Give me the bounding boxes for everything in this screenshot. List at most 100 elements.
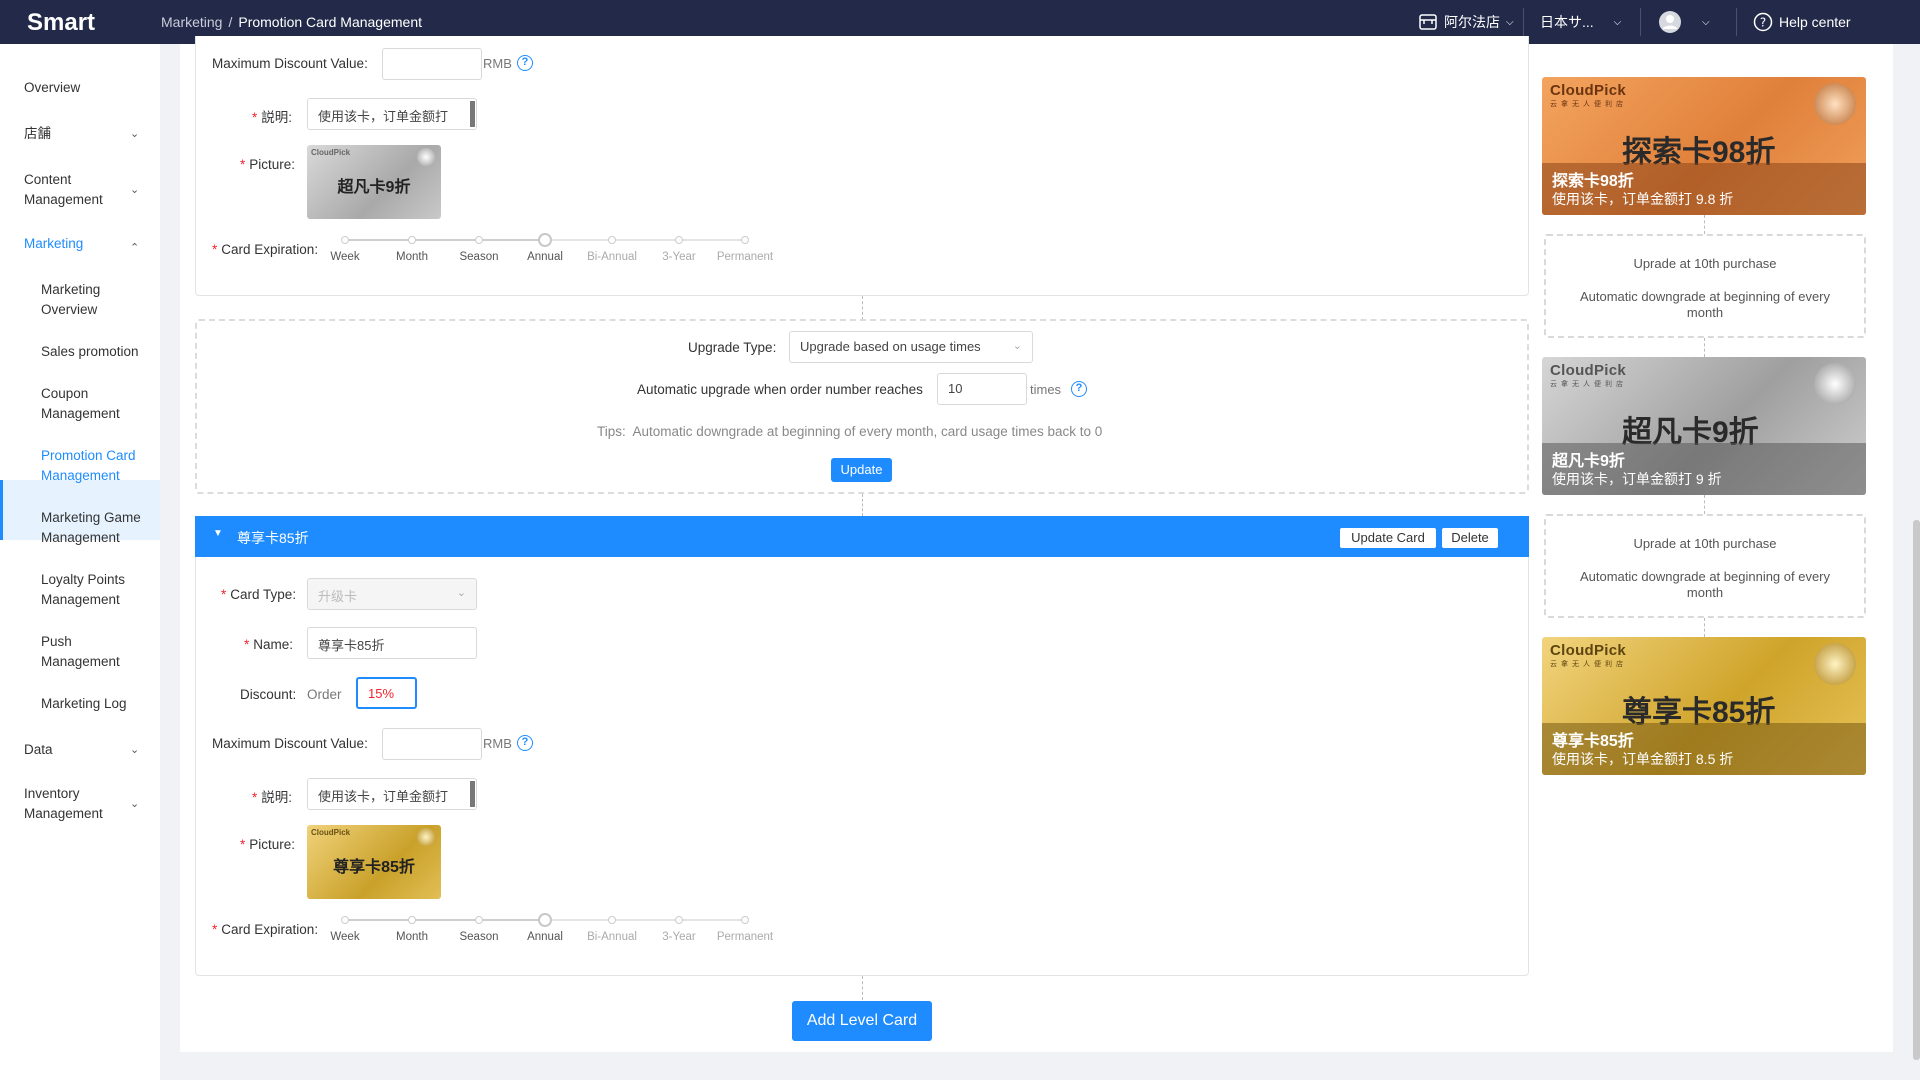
max-discount-unit-2: RMB <box>483 736 512 751</box>
slider-dot-season[interactable] <box>475 236 483 244</box>
card-type-select: 升级卡 ⌄ <box>307 578 477 610</box>
sidebar-item-inventory-management[interactable]: Inventory Management ⌄ <box>0 784 160 824</box>
app-logo[interactable]: Smart <box>27 9 95 37</box>
store-name: 阿尔法店 <box>1444 14 1500 30</box>
desc-input-resize-handle[interactable] <box>470 101 475 127</box>
preview-card-explore: CloudPick 云拿无人便利店 探索卡98折 探索卡98折 使用该卡，订单金… <box>1542 77 1866 215</box>
tick-season: Season <box>459 931 499 943</box>
sidebar-item-marketing-game-management[interactable]: Marketing Game Management <box>0 508 160 548</box>
help-center-link[interactable]: ? Help center <box>1753 12 1851 32</box>
chevron-down-icon: ⌄ <box>130 184 140 196</box>
name-input[interactable]: 尊享卡85折 <box>307 627 477 659</box>
tick-bi-annual: Bi-Annual <box>587 251 637 263</box>
sidebar-item-overview[interactable]: Overview <box>0 78 160 98</box>
slider-dot-bi-annual[interactable] <box>608 236 616 244</box>
update-card-button[interactable]: Update Card <box>1340 528 1436 548</box>
breadcrumb: Marketing / Promotion Card Management <box>161 14 422 30</box>
preview-card-super: CloudPick 云拿无人便利店 超凡卡9折 超凡卡9折 使用该卡，订单金额打… <box>1542 357 1866 495</box>
slider-dot-bi-annual[interactable] <box>608 916 616 924</box>
slider-dot-3-year[interactable] <box>675 916 683 924</box>
add-level-card-button[interactable]: Add Level Card <box>792 1001 932 1041</box>
caret-down-icon: ▼ <box>213 528 223 539</box>
medal-icon <box>1814 363 1856 405</box>
region-selector[interactable]: 日本サ... ⌵ <box>1540 12 1621 32</box>
sidebar-item-data[interactable]: Data ⌄ <box>0 740 160 760</box>
slider-dot-month[interactable] <box>408 916 416 924</box>
slider-dot-season[interactable] <box>475 916 483 924</box>
sidebar-item-push-management[interactable]: Push Management <box>0 632 160 672</box>
max-discount-input-1[interactable] <box>382 48 482 80</box>
card-2-title: 尊享卡85折 <box>237 530 309 546</box>
sidebar-item-store[interactable]: 店舗 ⌄ <box>0 124 160 144</box>
sidebar-item-marketing-overview[interactable]: Marketing Overview <box>0 280 160 320</box>
tick-bi-annual: Bi-Annual <box>587 931 637 943</box>
picture-thumbnail-1[interactable]: CloudPick 超凡卡9折 <box>307 145 441 219</box>
delete-button[interactable]: Delete <box>1442 528 1498 548</box>
max-discount-unit-1: RMB <box>483 56 512 71</box>
chevron-down-icon: ⌵ <box>1506 16 1514 28</box>
card-type-label: * Card Type: <box>221 587 297 602</box>
sidebar-item-promotion-card-management[interactable]: Promotion Card Management <box>0 446 160 486</box>
slider-handle[interactable] <box>538 233 552 247</box>
connector-line <box>862 296 863 320</box>
expiration-label-1: * Card Expiration: <box>212 242 319 257</box>
connector-line <box>862 976 863 1000</box>
tick-3-year: 3-Year <box>662 931 696 943</box>
chevron-down-icon: ⌄ <box>130 798 140 810</box>
desc-label-1: * 説明: <box>252 110 293 125</box>
discount-label: Discount: <box>240 687 297 702</box>
auto-upgrade-input[interactable]: 10 <box>937 373 1027 405</box>
sidebar-item-loyalty-points-management[interactable]: Loyalty Points Management <box>0 570 160 610</box>
discount-input[interactable]: 15% <box>356 677 417 709</box>
desc-label-2: * 説明: <box>252 790 293 805</box>
chevron-down-icon: ⌵ <box>1702 16 1710 28</box>
expiration-slider-2[interactable]: Week Month Season Annual Bi-Annual 3-Yea… <box>330 913 773 944</box>
question-icon[interactable]: ? <box>517 735 533 751</box>
question-icon[interactable]: ? <box>1071 381 1087 397</box>
breadcrumb-marketing[interactable]: Marketing <box>161 14 222 30</box>
sidebar-item-marketing-log[interactable]: Marketing Log <box>0 694 160 714</box>
upgrade-type-select[interactable]: Upgrade based on usage times ⌄ <box>789 331 1033 363</box>
auto-upgrade-label: Automatic upgrade when order number reac… <box>637 382 923 397</box>
tick-permanent: Permanent <box>716 251 774 263</box>
max-discount-input-2[interactable] <box>382 728 482 760</box>
picture-thumbnail-2[interactable]: CloudPick 尊享卡85折 <box>307 825 441 899</box>
page-scrollbar[interactable] <box>1913 520 1920 1060</box>
discount-prefix: Order <box>307 687 342 702</box>
caret-down-icon: ⌄ <box>1012 340 1022 352</box>
desc-input-1[interactable]: 使用该卡，订单金额打 <box>307 98 477 130</box>
slider-dot-permanent[interactable] <box>741 236 749 244</box>
preview-rule-2: Uprade at 10th purchase Automatic downgr… <box>1544 514 1866 618</box>
region-name: 日本サ... <box>1540 14 1594 30</box>
slider-dot-3-year[interactable] <box>675 236 683 244</box>
picture-label-2: * Picture: <box>240 837 296 852</box>
user-menu[interactable]: ⌵ <box>1658 10 1710 34</box>
store-selector[interactable]: 阿尔法店 ⌵ <box>1418 12 1514 32</box>
sidebar-item-marketing[interactable]: Marketing ⌃ <box>0 234 160 254</box>
store-icon <box>1419 14 1437 30</box>
connector-line <box>1704 215 1705 234</box>
slider-dot-week[interactable] <box>341 236 349 244</box>
slider-dot-week[interactable] <box>341 916 349 924</box>
question-icon[interactable]: ? <box>517 55 533 71</box>
preview-card-premium: CloudPick 云拿无人便利店 尊享卡85折 尊享卡85折 使用该卡，订单金… <box>1542 637 1866 775</box>
slider-handle[interactable] <box>538 913 552 927</box>
auto-upgrade-unit: times <box>1030 382 1062 397</box>
slider-dot-month[interactable] <box>408 236 416 244</box>
help-icon: ? <box>1753 12 1773 32</box>
desc-input-resize-handle[interactable] <box>470 781 475 807</box>
sidebar-item-sales-promotion[interactable]: Sales promotion <box>0 342 160 362</box>
medal-icon <box>1814 643 1856 685</box>
desc-input-2[interactable]: 使用该卡，订单金额打 <box>307 778 477 810</box>
update-button[interactable]: Update <box>831 458 892 482</box>
sidebar-item-content-management[interactable]: Content Management ⌄ <box>0 170 160 210</box>
divider <box>1640 8 1641 36</box>
expiration-label-2: * Card Expiration: <box>212 922 319 937</box>
expiration-slider-1[interactable]: Week Month Season Annual Bi-Annual 3-Yea… <box>330 233 773 264</box>
card-2-header[interactable]: ▼ 尊享卡85折 <box>195 516 1529 557</box>
slider-track <box>345 919 545 921</box>
sidebar: Overview 店舗 ⌄ Content Management ⌄ Marketi… <box>0 44 160 1080</box>
tick-permanent: Permanent <box>716 931 774 943</box>
sidebar-item-coupon-management[interactable]: Coupon Management <box>0 384 160 424</box>
slider-dot-permanent[interactable] <box>741 916 749 924</box>
